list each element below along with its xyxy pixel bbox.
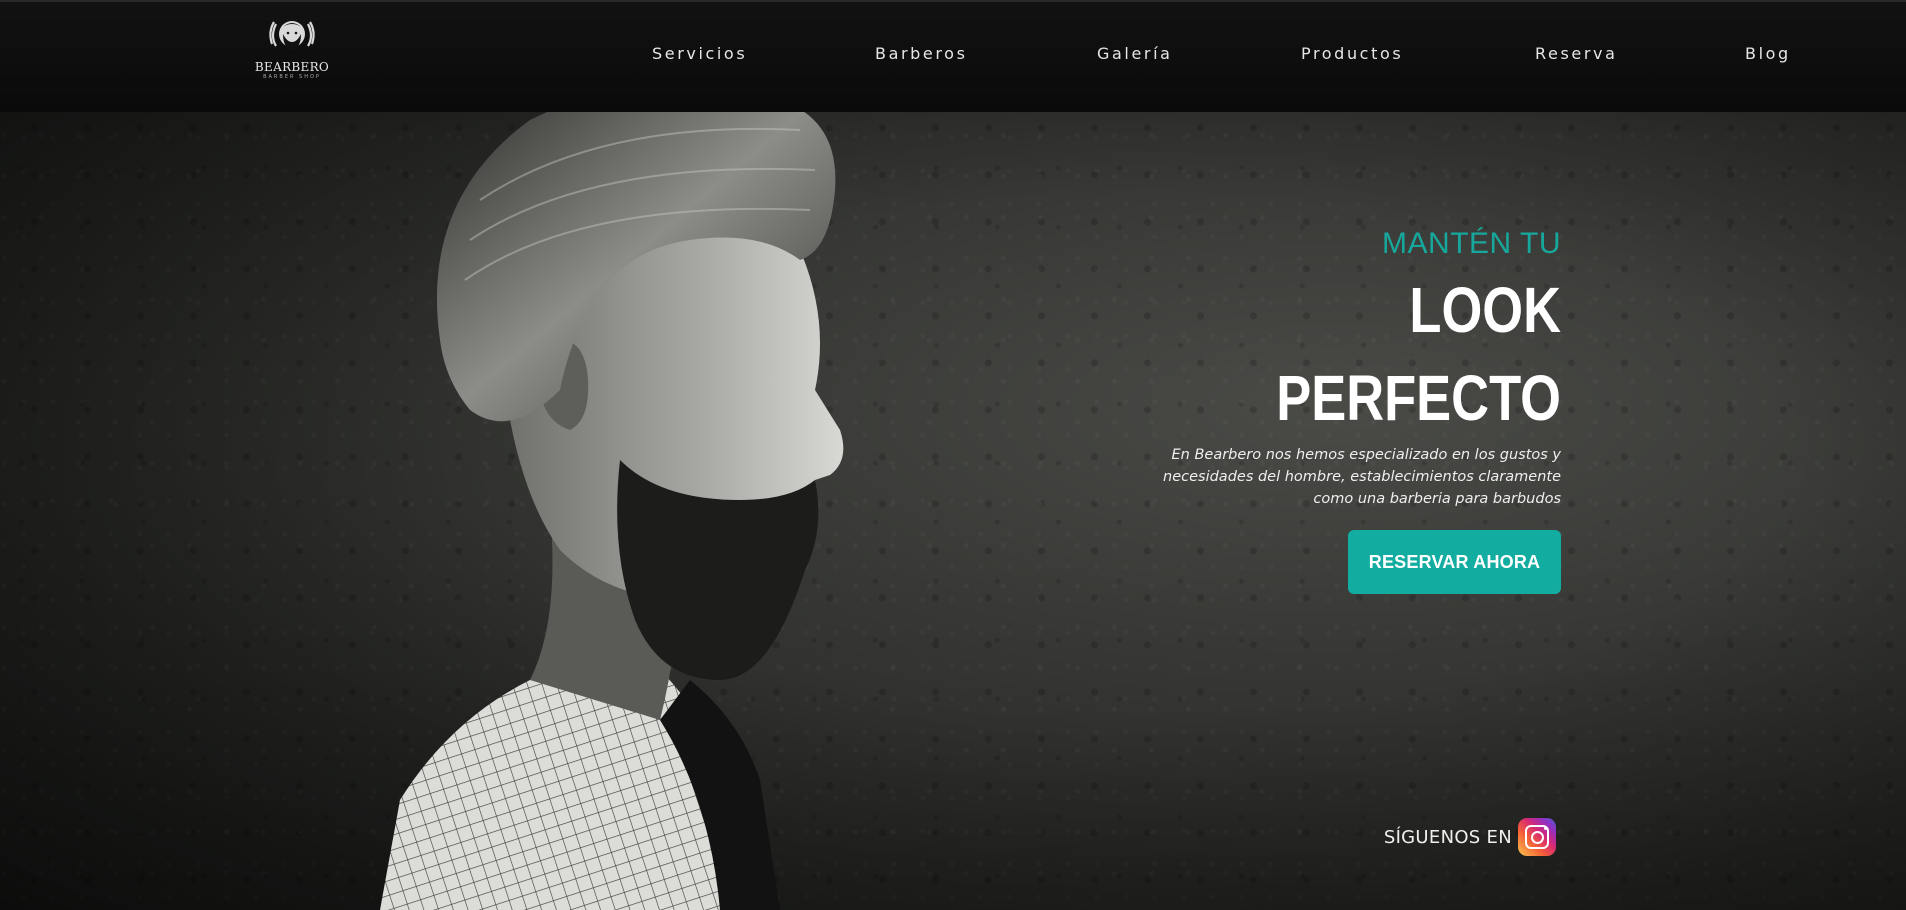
hero-kicker: MANTÉN TU xyxy=(1382,227,1561,260)
nav-item-productos[interactable]: Productos xyxy=(1301,44,1403,63)
nav-item-barberos[interactable]: Barberos xyxy=(875,44,968,63)
nav-item-galeria[interactable]: Galería xyxy=(1097,44,1173,63)
top-navigation-bar: BEARBERO BARBER SHOP Servicios Barberos … xyxy=(0,0,1906,112)
hero-headline-line2: PERFECTO xyxy=(1276,362,1561,434)
nav-item-servicios[interactable]: Servicios xyxy=(652,44,747,63)
brand-subtitle: BARBER SHOP xyxy=(263,74,321,80)
nav-item-reserva[interactable]: Reserva xyxy=(1535,44,1617,63)
main-nav: Servicios Barberos Galería Productos Res… xyxy=(0,44,1906,68)
reservar-ahora-button[interactable]: RESERVAR AHORA xyxy=(1348,530,1561,594)
hero-description: En Bearbero nos hemos especializado en l… xyxy=(1163,447,1561,507)
follow-label: SÍGUENOS EN xyxy=(1383,826,1512,848)
hero-portrait-image xyxy=(380,84,844,910)
social-follow: SÍGUENOS EN xyxy=(1384,818,1556,856)
nav-item-blog[interactable]: Blog xyxy=(1745,44,1791,63)
instagram-icon[interactable] xyxy=(1518,818,1556,856)
page: BEARBERO BARBER SHOP Servicios Barberos … xyxy=(0,0,1906,910)
hero-headline-line1: LOOK xyxy=(1409,274,1561,346)
instagram-dot xyxy=(1544,827,1547,830)
hero-section: MANTÉN TU LOOK PERFECTO En Bearbero nos … xyxy=(1141,222,1561,594)
